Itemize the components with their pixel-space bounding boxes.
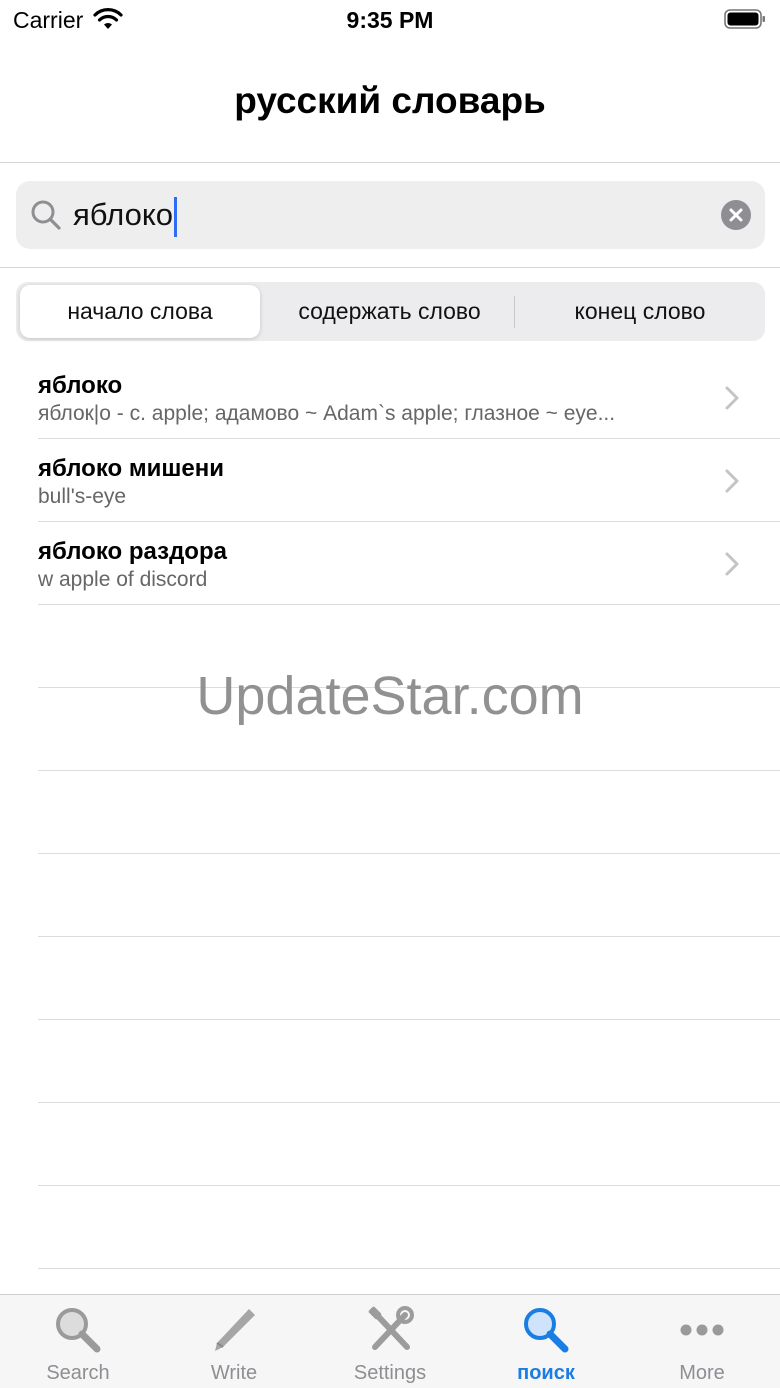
watermark: UpdateStar.com bbox=[196, 666, 584, 726]
status-bar: Carrier 9:35 PM bbox=[0, 0, 780, 40]
result-title: яблоко bbox=[38, 372, 123, 399]
list-item[interactable]: яблоко раздора w apple of discord bbox=[38, 522, 780, 605]
tab-poisk[interactable]: поиск bbox=[468, 1295, 624, 1388]
tab-label: More bbox=[679, 1362, 725, 1384]
search-icon bbox=[31, 200, 61, 230]
clear-icon[interactable] bbox=[721, 200, 751, 230]
result-title: яблоко раздора bbox=[38, 538, 227, 565]
chevron-right-icon bbox=[725, 386, 739, 410]
search-input-text: яблоко bbox=[73, 197, 173, 232]
clock: 9:35 PM bbox=[346, 7, 434, 33]
empty-row bbox=[38, 854, 780, 937]
result-subtitle: яблок|о - с. apple; адамово ~ Adam`s app… bbox=[38, 402, 616, 425]
chevron-right-icon bbox=[725, 552, 739, 576]
magnifier-icon bbox=[56, 1308, 101, 1353]
empty-row bbox=[38, 1103, 780, 1186]
battery-icon bbox=[724, 9, 765, 29]
tab-more[interactable]: More bbox=[624, 1295, 780, 1388]
more-dots-icon bbox=[680, 1324, 724, 1336]
navigation-bar: русский словарь bbox=[0, 40, 780, 163]
tab-label: поиск bbox=[517, 1362, 575, 1384]
segment-word-end[interactable]: конец слово bbox=[515, 282, 765, 341]
chevron-right-icon bbox=[725, 469, 739, 493]
search-mode-segmented-control: начало слова содержать слово конец слово bbox=[16, 282, 765, 341]
pencil-icon bbox=[215, 1309, 255, 1351]
result-title: яблоко мишени bbox=[38, 455, 224, 482]
empty-row bbox=[38, 1020, 780, 1103]
result-subtitle: bull's-eye bbox=[38, 485, 127, 508]
tab-label: Settings bbox=[353, 1362, 427, 1384]
clear-x-glyph bbox=[729, 208, 743, 222]
result-subtitle: w apple of discord bbox=[38, 568, 208, 591]
empty-row bbox=[38, 937, 780, 1020]
search-bar: яблоко bbox=[0, 163, 780, 268]
tab-bar: Search Write Settings поиск More bbox=[0, 1294, 780, 1388]
empty-row bbox=[38, 771, 780, 854]
tab-settings[interactable]: Settings bbox=[312, 1295, 468, 1388]
magnifier-icon bbox=[524, 1308, 569, 1353]
tools-icon bbox=[368, 1306, 414, 1350]
list-item[interactable]: яблоко мишени bull's-eye bbox=[38, 439, 780, 522]
list-item[interactable]: яблоко яблок|о - с. apple; адамово ~ Ada… bbox=[38, 356, 780, 439]
search-field[interactable]: яблоко bbox=[16, 181, 765, 249]
tab-label: Search bbox=[46, 1362, 110, 1384]
segment-word-contains[interactable]: содержать слово bbox=[265, 282, 514, 341]
tab-search[interactable]: Search bbox=[0, 1295, 156, 1388]
results-list: яблоко яблок|о - с. apple; адамово ~ Ada… bbox=[0, 356, 780, 1269]
text-caret bbox=[173, 196, 177, 237]
segment-word-start[interactable]: начало слова bbox=[20, 285, 260, 338]
search-input[interactable]: яблоко bbox=[73, 193, 177, 237]
page-title: русский словарь bbox=[234, 80, 546, 121]
empty-row bbox=[38, 1186, 780, 1269]
tab-label: Write bbox=[210, 1362, 258, 1384]
tab-write[interactable]: Write bbox=[156, 1295, 312, 1388]
